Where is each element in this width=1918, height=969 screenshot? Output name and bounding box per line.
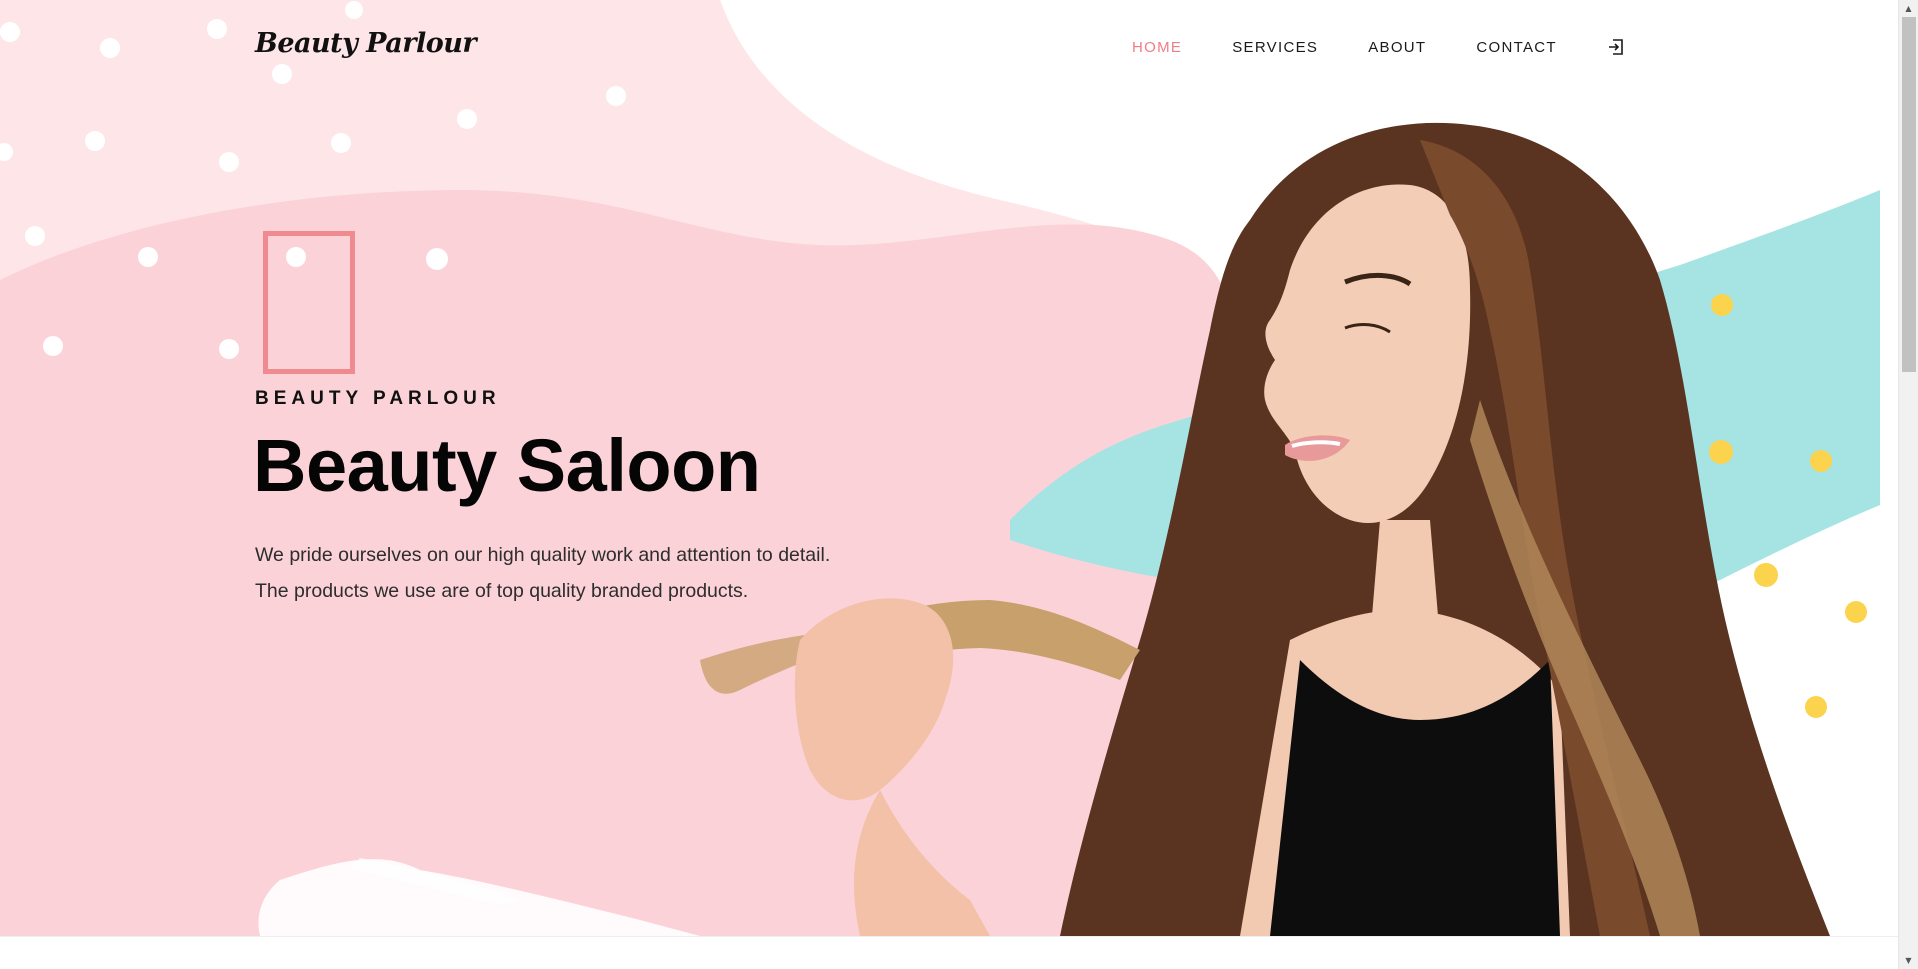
main-nav: HOME SERVICES ABOUT CONTACT [1132,36,1625,58]
nav-item-home[interactable]: HOME [1132,39,1182,56]
login-icon[interactable] [1607,38,1625,56]
hero-eyebrow: BEAUTY PARLOUR [255,388,501,409]
next-section-edge [0,936,1898,969]
page: Beauty Parlour HOME SERVICES ABOUT CONTA… [0,0,1898,969]
nav-item-contact[interactable]: CONTACT [1476,39,1556,56]
nav-item-about[interactable]: ABOUT [1368,39,1426,56]
page-scrollbar[interactable]: ▲ ▼ [1898,0,1918,969]
hero-description: We pride ourselves on our high quality w… [255,544,831,602]
scroll-up-arrow-icon[interactable]: ▲ [1899,0,1918,17]
nav-item-services[interactable]: SERVICES [1232,39,1318,56]
scroll-down-arrow-icon[interactable]: ▼ [1899,952,1918,969]
site-logo[interactable]: Beauty Parlour [255,28,477,59]
hero-headline: Beauty Saloon [253,424,761,507]
scrollbar-thumb[interactable] [1902,17,1916,372]
decorative-frame [263,231,355,374]
hero-section: Beauty Parlour HOME SERVICES ABOUT CONTA… [0,0,1898,936]
